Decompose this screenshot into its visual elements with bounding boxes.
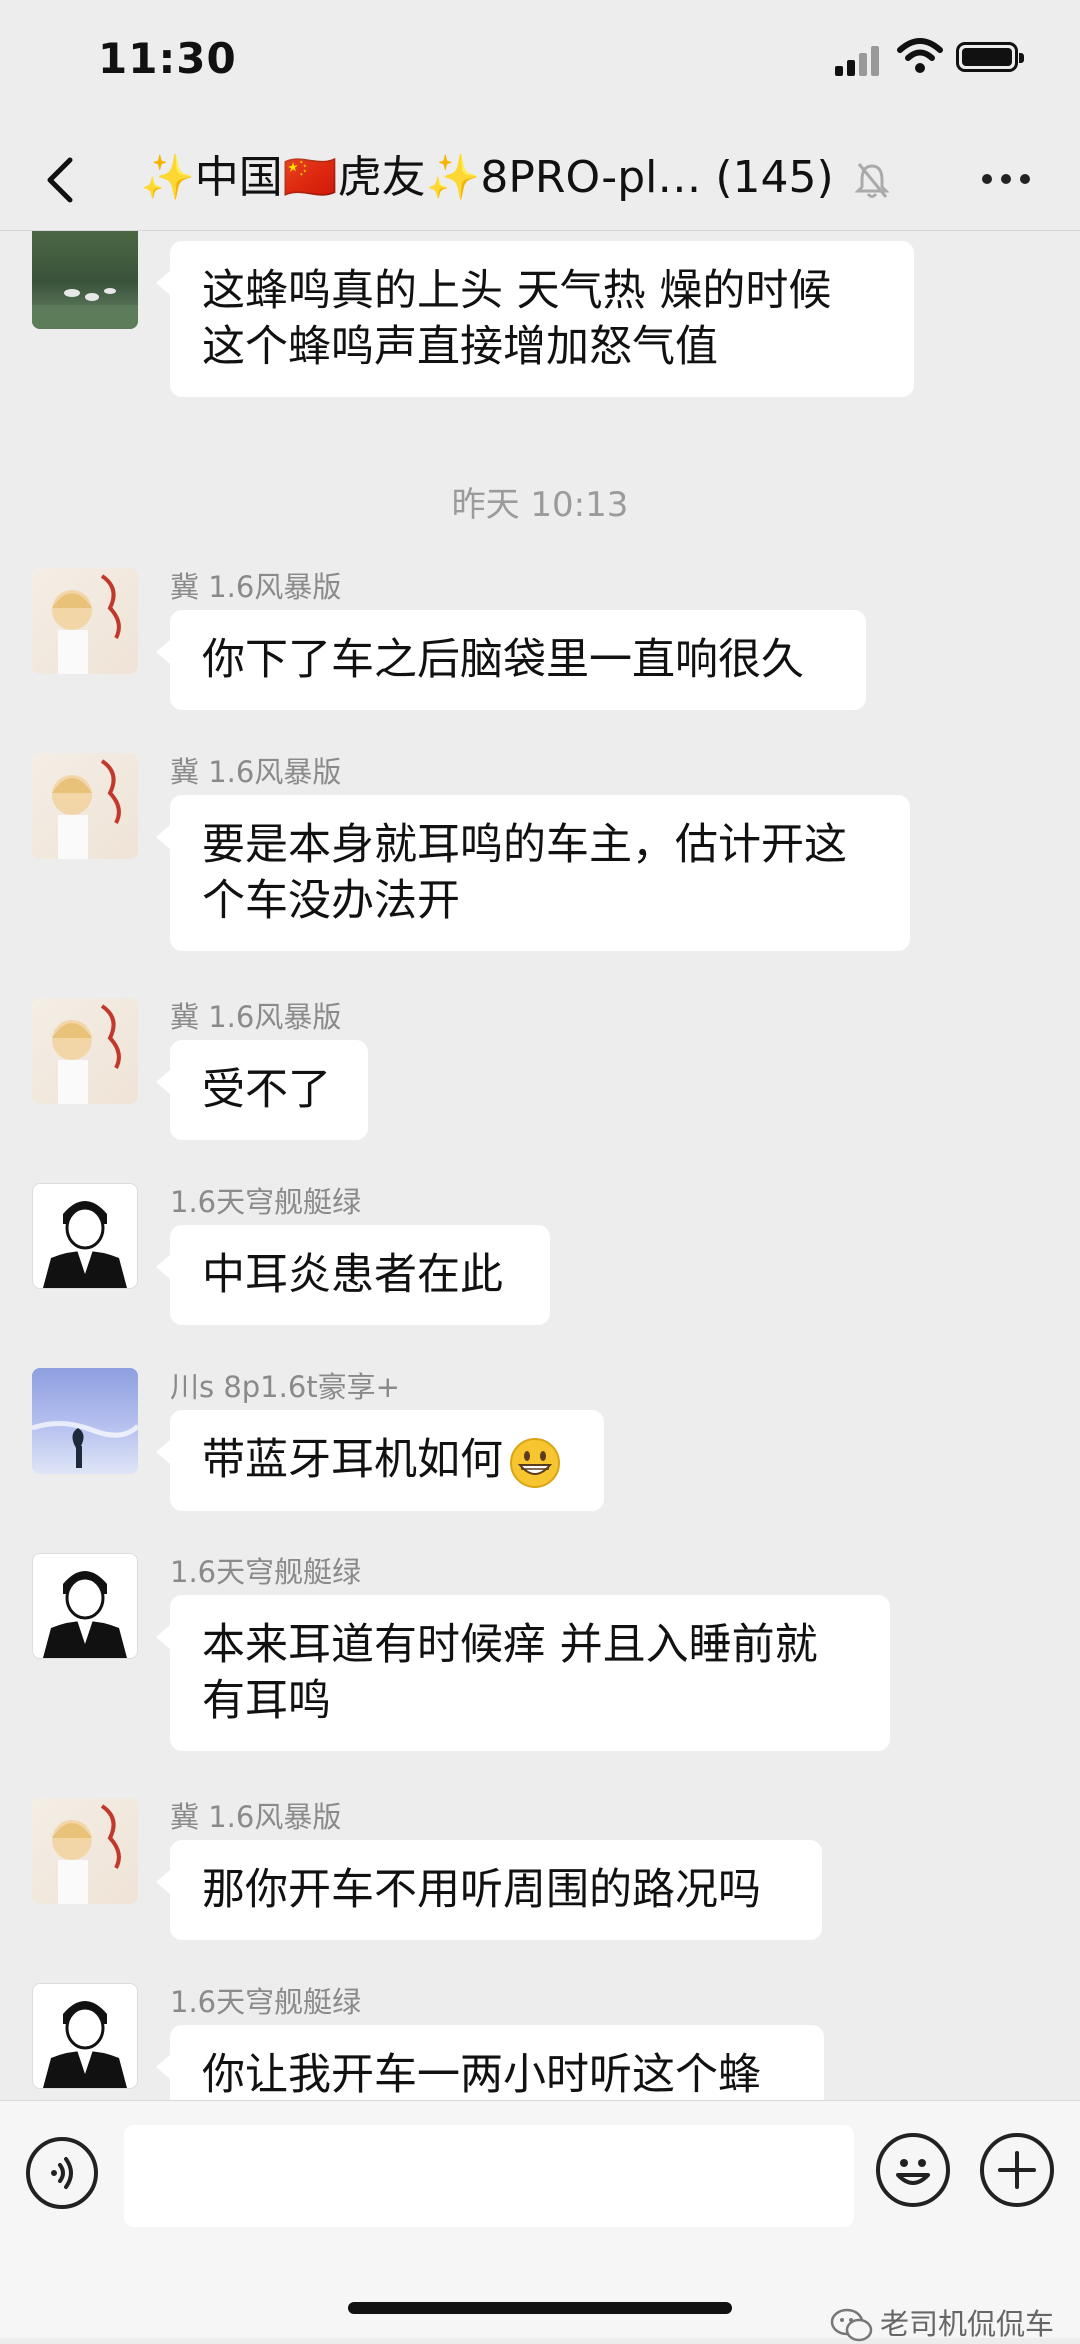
message-bubble[interactable]: 那你开车不用听周围的路况吗 bbox=[156, 1840, 822, 1940]
mute-bell-icon bbox=[854, 163, 890, 198]
message-text: 中耳炎患者在此 bbox=[202, 1250, 503, 1300]
message-text: 本来耳道有时候痒 并且入睡前就有耳鸣 bbox=[202, 1620, 818, 1726]
group-name: ✨中国🇨🇳虎友✨8PRO-pl… bbox=[140, 152, 702, 203]
message-text: 带蓝牙耳机如何 bbox=[202, 1435, 503, 1485]
avatar[interactable] bbox=[32, 1553, 138, 1659]
watermark: 老司机侃侃车 bbox=[830, 2301, 1054, 2344]
timestamp: 昨天 10:13 bbox=[451, 485, 629, 525]
message-bubble[interactable]: 本来耳道有时候痒 并且入睡前就有耳鸣 bbox=[156, 1595, 890, 1751]
voice-input-button[interactable] bbox=[26, 2137, 98, 2209]
cellular-signal-icon bbox=[835, 46, 881, 76]
message-bubble[interactable]: 中耳炎患者在此 bbox=[156, 1225, 550, 1325]
sender-name: 1.6天穹舰艇绿 bbox=[170, 1185, 362, 1219]
chat-header: ✨中国🇨🇳虎友✨8PRO-pl… (145) bbox=[0, 130, 1080, 231]
message-text: 受不了 bbox=[202, 1065, 331, 1115]
avatar[interactable] bbox=[32, 998, 138, 1104]
message-input[interactable] bbox=[124, 2125, 854, 2227]
anime-character-icon bbox=[52, 1804, 121, 1904]
avatar[interactable] bbox=[32, 568, 138, 674]
sender-name: 1.6天穹舰艇绿 bbox=[170, 1555, 362, 1589]
sender-name: 冀 1.6风暴版 bbox=[170, 1800, 342, 1834]
member-count: (145) bbox=[715, 152, 834, 203]
emoji-button[interactable] bbox=[876, 2133, 950, 2207]
anime-character-icon bbox=[52, 574, 121, 674]
wifi-icon bbox=[897, 38, 943, 73]
message-text: 这蜂鸣真的上头 天气热 燥的时候 这个蜂鸣声直接增加怒气值 bbox=[202, 266, 832, 372]
message-bubble[interactable]: 你让我开车一两小时听这个蜂鸣 bbox=[156, 2025, 824, 2100]
message-bubble[interactable]: 受不了 bbox=[156, 1040, 368, 1140]
status-time: 11:30 bbox=[98, 34, 237, 83]
chat-messages[interactable]: 这蜂鸣真的上头 天气热 燥的时候 这个蜂鸣声直接增加怒气值 昨天 10:13 冀… bbox=[0, 231, 1080, 2100]
chat-title: ✨中国🇨🇳虎友✨8PRO-pl… (145) bbox=[140, 146, 940, 210]
plus-icon bbox=[998, 2151, 1036, 2189]
avatar[interactable] bbox=[32, 1368, 138, 1474]
avatar[interactable] bbox=[32, 1798, 138, 1904]
voice-icon bbox=[51, 2157, 73, 2189]
home-indicator[interactable] bbox=[348, 2302, 732, 2314]
sender-name: 1.6天穹舰艇绿 bbox=[170, 1985, 362, 2019]
avatar[interactable] bbox=[32, 231, 138, 329]
sender-name: 冀 1.6风暴版 bbox=[170, 1000, 342, 1034]
message-text: 你让我开车一两小时听这个蜂鸣 bbox=[202, 2050, 761, 2100]
message-bubble[interactable]: 这蜂鸣真的上头 天气热 燥的时候 这个蜂鸣声直接增加怒气值 bbox=[156, 241, 914, 397]
battery-icon bbox=[956, 42, 1024, 72]
anime-character-icon bbox=[52, 759, 121, 859]
avatar[interactable] bbox=[32, 1983, 138, 2089]
more-options-icon[interactable] bbox=[976, 166, 1036, 190]
avatar[interactable] bbox=[32, 753, 138, 859]
status-bar: 11:30 bbox=[0, 0, 1080, 130]
more-functions-button[interactable] bbox=[980, 2133, 1054, 2207]
avatar[interactable] bbox=[32, 1183, 138, 1289]
pond-photo-icon bbox=[32, 288, 138, 329]
grinning-face-icon bbox=[510, 1437, 560, 1488]
message-bubble[interactable]: 要是本身就耳鸣的车主，估计开这个车没办法开 bbox=[156, 795, 910, 951]
message-bubble[interactable]: 带蓝牙耳机如何 bbox=[156, 1410, 604, 1511]
watermark-text: 老司机侃侃车 bbox=[880, 2307, 1055, 2341]
smiley-icon bbox=[896, 2159, 930, 2185]
wechat-icon bbox=[830, 2308, 873, 2342]
person-illustration-icon bbox=[43, 1571, 127, 1658]
message-bubble[interactable]: 你下了车之后脑袋里一直响很久 bbox=[156, 610, 866, 710]
message-text: 你下了车之后脑袋里一直响很久 bbox=[202, 635, 804, 685]
message-text: 要是本身就耳鸣的车主，估计开这个车没办法开 bbox=[202, 820, 847, 926]
anime-character-icon bbox=[52, 1004, 121, 1104]
sender-name: 冀 1.6风暴版 bbox=[170, 570, 342, 604]
person-illustration-icon bbox=[43, 2001, 127, 2088]
sender-name: 川s 8p1.6t豪享+ bbox=[170, 1370, 400, 1404]
message-text: 那你开车不用听周围的路况吗 bbox=[202, 1865, 761, 1915]
sky-photo-icon bbox=[32, 1421, 138, 1468]
sender-name: 冀 1.6风暴版 bbox=[170, 755, 342, 789]
person-illustration-icon bbox=[43, 1201, 127, 1288]
back-arrow-icon[interactable] bbox=[34, 150, 90, 210]
